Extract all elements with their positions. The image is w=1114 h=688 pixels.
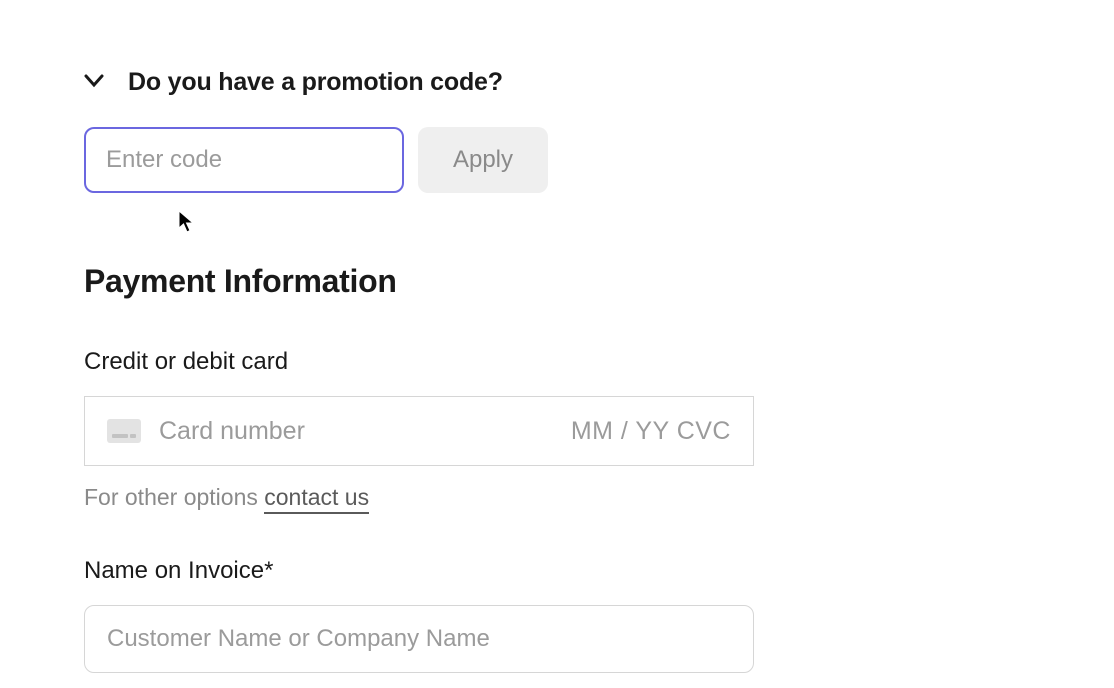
card-label: Credit or debit card xyxy=(84,348,1114,376)
card-number-input[interactable] xyxy=(159,417,553,446)
card-expiry-cvc-placeholder[interactable]: MM / YY CVC xyxy=(571,417,731,446)
contact-us-link[interactable]: contact us xyxy=(264,484,369,514)
promotion-row: Apply xyxy=(84,127,1114,193)
promotion-header[interactable]: Do you have a promotion code? xyxy=(84,68,1114,97)
other-options-text: For other options contact us xyxy=(84,484,1114,511)
chevron-down-icon xyxy=(84,71,104,94)
invoice-name-label: Name on Invoice* xyxy=(84,557,1114,585)
apply-button[interactable]: Apply xyxy=(418,127,548,193)
promotion-code-input[interactable] xyxy=(84,127,404,193)
promotion-question: Do you have a promotion code? xyxy=(128,68,503,97)
other-options-prefix: For other options xyxy=(84,484,258,510)
payment-information-title: Payment Information xyxy=(84,263,1114,300)
card-input-group[interactable]: MM / YY CVC xyxy=(84,396,754,466)
invoice-name-input[interactable] xyxy=(84,605,754,673)
credit-card-icon xyxy=(107,419,141,443)
